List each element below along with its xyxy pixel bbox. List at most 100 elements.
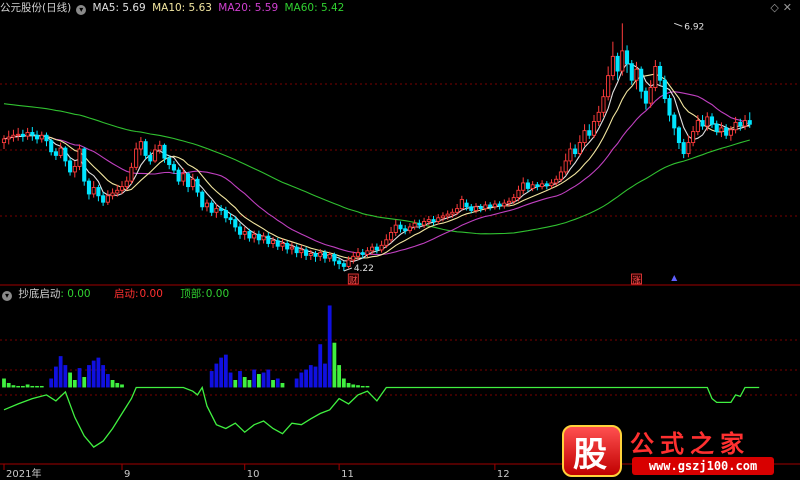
candle-body: [606, 75, 611, 98]
indicator-bar: [96, 357, 101, 388]
x-axis: 2021年 9 10 11 12: [3, 464, 510, 480]
indicator-bar: [341, 378, 346, 388]
candle-body: [327, 254, 332, 259]
indicator-bar: [294, 378, 299, 388]
close-icon[interactable]: ✕: [783, 1, 796, 14]
candle-body: [393, 224, 398, 233]
indicator-bar: [252, 369, 257, 388]
candle-body: [422, 221, 427, 226]
logo-url: www.gszj100.com: [632, 457, 774, 475]
settings-toggle-icon[interactable]: ▾: [76, 5, 87, 15]
site-logo: 股 公式之家 www.gszj100.com: [552, 421, 784, 479]
indicator-bar: [356, 385, 360, 388]
price-annotations: 6.92 4.22财 涨: [343, 22, 704, 286]
candle-body: [525, 182, 530, 189]
ma5-line: [3, 62, 751, 263]
candle-body: [398, 224, 403, 230]
indicator-bar: [313, 366, 318, 388]
candle-body: [672, 114, 677, 129]
candle-body: [39, 134, 44, 140]
indicator-bar: [30, 385, 35, 388]
candle-body: [115, 189, 120, 194]
candle-body: [318, 252, 323, 257]
candle-body: [497, 203, 502, 207]
candle-body: [544, 183, 549, 187]
candle-body: [431, 219, 436, 222]
candle-body: [365, 250, 370, 255]
candle-body: [506, 200, 512, 204]
marker-label: 涨: [632, 275, 641, 286]
candle-body: [195, 178, 200, 193]
candle-body: [549, 182, 554, 187]
candle-body: [105, 195, 110, 203]
indicator-bar: [101, 365, 106, 388]
candle-body: [436, 217, 441, 222]
candle-body: [162, 144, 167, 159]
ma60-label: MA60: 5.42: [284, 2, 345, 14]
indicator-bar: [105, 374, 110, 388]
candle-body: [63, 147, 68, 162]
candle-body: [176, 169, 181, 182]
indicator-header: ▾ 抄底启动: 0.00 启动:0.00 顶部:0.00: [0, 287, 232, 301]
stock-chart-canvas[interactable]: 6.92 4.22财 涨 2021年 9 10 11 12: [0, 0, 800, 480]
candle-body: [535, 184, 540, 188]
indicator-bar: [346, 382, 351, 388]
stock-title[interactable]: 公元股份(日线): [0, 2, 71, 14]
candle-body: [16, 133, 21, 136]
candle-body: [379, 244, 384, 251]
candle-body: [237, 226, 243, 235]
candle-body: [266, 235, 271, 244]
candle-body: [676, 127, 682, 144]
candle-body: [204, 202, 210, 208]
candle-body: [370, 246, 375, 252]
x-tick-label: 10: [247, 469, 260, 480]
candle-body: [728, 129, 733, 136]
candle-body: [233, 219, 238, 228]
candle-body: [332, 254, 337, 262]
candle-body: [167, 157, 172, 166]
candle-body: [610, 55, 615, 77]
candle-body: [577, 142, 582, 155]
candle-body: [34, 134, 40, 140]
candle-body: [455, 208, 460, 213]
candle-body: [615, 55, 620, 72]
candle-body: [152, 149, 158, 162]
indicator-bar: [120, 384, 124, 388]
candle-body: [209, 202, 214, 213]
candle-body: [459, 198, 464, 210]
annotation-label: 4.22: [354, 264, 374, 274]
ma20-line: [3, 91, 751, 256]
candle-body: [686, 142, 691, 155]
diamond-icon[interactable]: ◇: [770, 1, 782, 14]
candle-body: [285, 243, 290, 250]
logo-badge-text: 股: [573, 435, 607, 475]
candle-body: [101, 195, 106, 203]
indicator-bar: [247, 380, 252, 388]
candle-body: [77, 148, 82, 167]
indicator-name[interactable]: 抄底启动: [18, 288, 60, 300]
candle-body: [700, 120, 705, 127]
candle-body: [86, 180, 92, 195]
candle-body: [138, 141, 143, 150]
candle-body: [601, 96, 606, 113]
x-tick-label: 11: [341, 469, 354, 480]
candle-body: [124, 180, 129, 188]
indicator-bar: [49, 378, 54, 388]
x-tick-label: 2021年: [6, 467, 41, 480]
candle-body: [658, 65, 663, 81]
candle-body: [219, 208, 224, 211]
indicator-bar: [110, 380, 115, 388]
candle-body: [49, 140, 54, 153]
ma60-line: [3, 103, 750, 235]
candle-body: [91, 187, 96, 195]
candle-body: [591, 121, 597, 136]
candle-body: [252, 233, 257, 239]
candle-body: [695, 120, 700, 133]
candle-body: [280, 243, 285, 247]
indicator-bar: [39, 385, 44, 388]
candle-body: [119, 186, 125, 191]
candle-body: [596, 111, 601, 122]
indicator-toggle-icon[interactable]: ▾: [2, 291, 12, 301]
indicator-bar: [266, 369, 271, 388]
candle-body: [346, 259, 351, 267]
